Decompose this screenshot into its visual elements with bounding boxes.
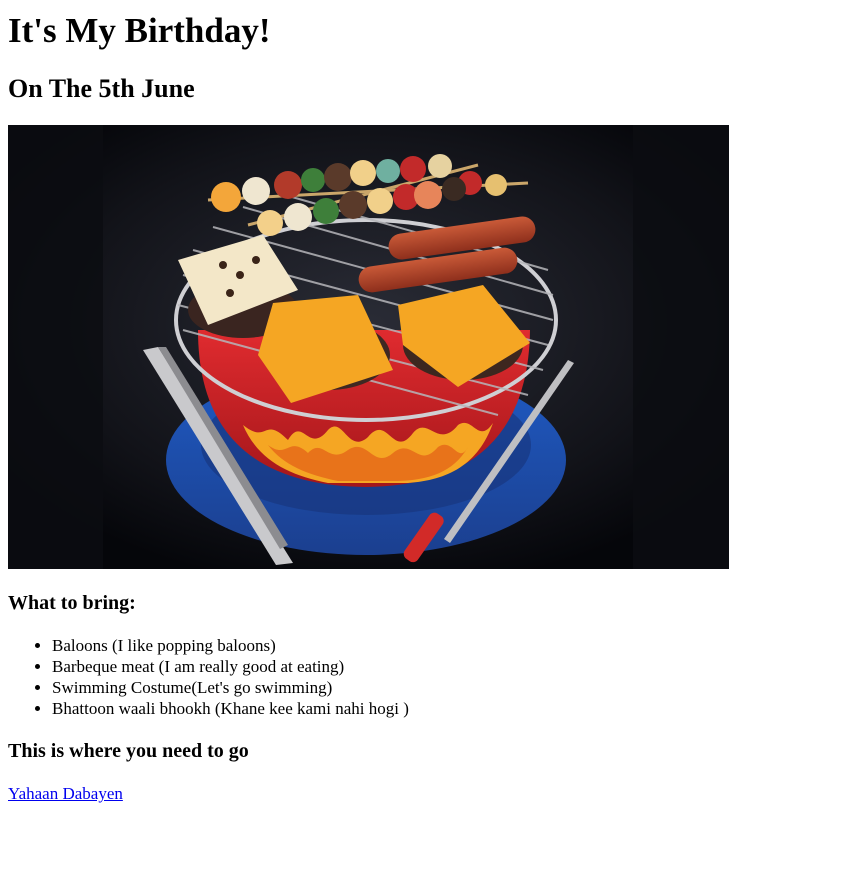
list-item: Baloons (I like popping baloons) — [52, 635, 835, 656]
bring-heading: What to bring: — [8, 592, 136, 614]
list-item: Bhattoon waali bhookh (Khane kee kami na… — [52, 698, 835, 719]
list-item: Swimming Costume(Let's go swimming) — [52, 677, 835, 698]
location-link[interactable]: Yahaan Dabayen — [8, 783, 123, 804]
bring-list: Baloons (I like popping baloons) Barbequ… — [8, 635, 835, 719]
birthday-cake-image — [8, 125, 729, 569]
page-subtitle: On The 5th June — [8, 74, 195, 103]
location-heading: This is where you need to go — [8, 740, 249, 762]
list-item: Barbeque meat (I am really good at eatin… — [52, 656, 835, 677]
page-title: It's My Birthday! — [8, 11, 271, 50]
